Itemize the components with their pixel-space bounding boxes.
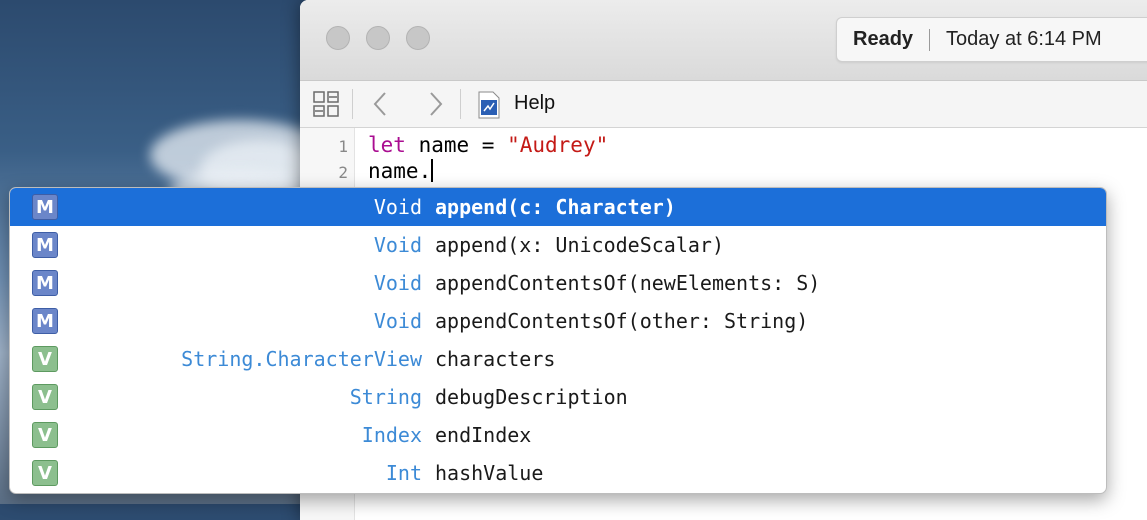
completion-item[interactable]: V Int hashValue <box>10 454 1106 492</box>
variable-badge-icon: V <box>32 460 58 486</box>
completion-name: characters <box>435 347 556 371</box>
nav-divider <box>352 89 353 119</box>
code-text: name. <box>368 159 432 183</box>
zoom-button[interactable] <box>406 26 430 50</box>
line-number: 1 <box>338 137 348 156</box>
completion-return-type: Int <box>385 461 422 485</box>
code-line[interactable]: name. <box>368 159 434 183</box>
completion-return-type: Void <box>373 309 422 333</box>
variable-badge-icon: V <box>32 422 58 448</box>
completion-name: debugDescription <box>435 385 628 409</box>
completion-name: append(c: Character) <box>435 195 676 219</box>
completion-name: appendContentsOf(other: String) <box>435 309 809 333</box>
nav-divider <box>460 89 461 119</box>
completion-name: endIndex <box>435 423 532 447</box>
completion-name: appendContentsOf(newElements: S) <box>435 271 821 295</box>
completion-item[interactable]: V String debugDescription <box>10 378 1106 416</box>
code-keyword: let <box>368 133 406 157</box>
breadcrumb-file-name[interactable]: Help <box>514 92 555 115</box>
activity-status: Ready Today at 6:14 PM <box>836 17 1147 62</box>
method-badge-icon: M <box>32 194 58 220</box>
code-line[interactable]: let name = "Audrey" <box>368 133 608 157</box>
completion-item[interactable]: V String.CharacterView characters <box>10 340 1106 378</box>
completion-item[interactable]: M Void appendContentsOf(other: String) <box>10 302 1106 340</box>
variable-badge-icon: V <box>32 346 58 372</box>
playground-file-icon[interactable] <box>476 90 502 120</box>
completion-return-type: Index <box>361 423 422 447</box>
code-text: name = <box>405 133 508 157</box>
line-number: 2 <box>338 163 348 182</box>
forward-chevron-icon[interactable] <box>424 90 448 118</box>
jump-bar: Help <box>300 81 1147 128</box>
status-state: Ready <box>853 28 914 50</box>
completion-return-type: Void <box>373 271 422 295</box>
related-items-icon[interactable] <box>312 90 340 118</box>
variable-badge-icon: V <box>32 384 58 410</box>
completion-item[interactable]: M Void appendContentsOf(newElements: S) <box>10 264 1106 302</box>
completion-return-type: String.CharacterView <box>181 347 422 371</box>
code-completion-popup: M Void append(c: Character) M Void appen… <box>9 187 1107 494</box>
completion-return-type: Void <box>373 233 422 257</box>
status-timestamp: Today at 6:14 PM <box>946 28 1102 50</box>
completion-name: append(x: UnicodeScalar) <box>435 233 724 257</box>
completion-name: hashValue <box>435 461 544 485</box>
completion-item[interactable]: M Void append(x: UnicodeScalar) <box>10 226 1106 264</box>
method-badge-icon: M <box>32 308 58 334</box>
text-cursor <box>431 159 434 182</box>
completion-return-type: Void <box>373 195 422 219</box>
code-string-literal: "Audrey" <box>507 133 609 157</box>
completion-item[interactable]: M Void append(c: Character) <box>10 188 1106 226</box>
status-divider <box>929 28 931 51</box>
method-badge-icon: M <box>32 232 58 258</box>
title-bar: Ready Today at 6:14 PM <box>300 0 1147 81</box>
completion-item[interactable]: V Index endIndex <box>10 416 1106 454</box>
back-chevron-icon[interactable] <box>368 90 392 118</box>
minimize-button[interactable] <box>366 26 390 50</box>
completion-return-type: String <box>349 385 422 409</box>
method-badge-icon: M <box>32 270 58 296</box>
close-button[interactable] <box>326 26 350 50</box>
